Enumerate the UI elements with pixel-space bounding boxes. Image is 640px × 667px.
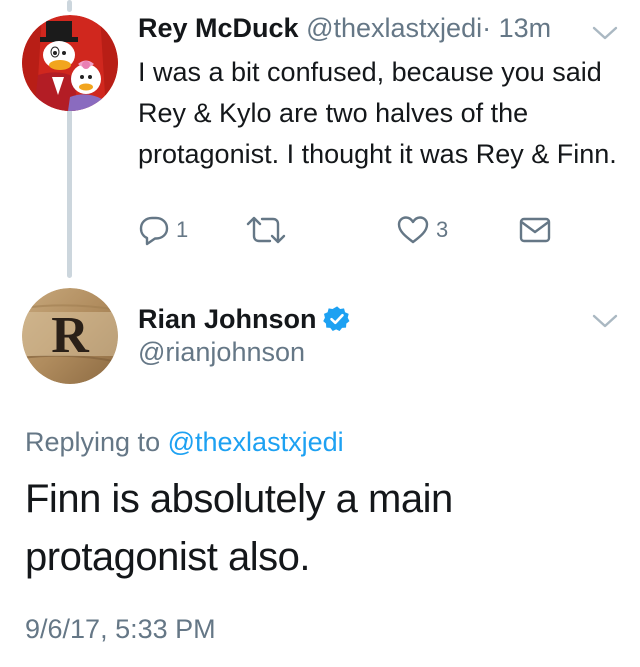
- reply-icon: [139, 216, 169, 246]
- author-handle[interactable]: @thexlastxjedi: [306, 13, 482, 43]
- retweet-icon: [246, 216, 286, 244]
- thread-connector-line: [67, 102, 72, 278]
- avatar[interactable]: [22, 15, 118, 111]
- like-button[interactable]: 3: [396, 210, 448, 250]
- verified-badge-icon: [322, 306, 349, 332]
- separator-dot: ·: [482, 13, 492, 43]
- retweet-button[interactable]: [244, 210, 294, 250]
- chevron-down-icon[interactable]: [592, 25, 618, 41]
- chevron-down-icon[interactable]: [592, 313, 618, 329]
- envelope-icon: [519, 217, 551, 243]
- avatar-ducks-image: [22, 15, 118, 111]
- tweet-actions: 1 3: [130, 210, 610, 250]
- reply-count: 1: [176, 217, 189, 242]
- direct-message-button[interactable]: [518, 210, 552, 250]
- tweet-timestamp[interactable]: 9/6/17, 5:33 PM: [25, 611, 216, 647]
- replying-to-line: Replying to @thexlastxjedi: [25, 424, 344, 460]
- tweet-text: I was a bit confused, because you said R…: [138, 57, 617, 169]
- avatar-letter-r-image: R: [22, 288, 118, 384]
- tweet-time[interactable]: 13m: [499, 13, 552, 43]
- heart-icon: [397, 216, 429, 244]
- replying-to-mention-link[interactable]: @thexlastxjedi: [168, 427, 344, 457]
- like-count: 3: [436, 217, 449, 242]
- thread-connector-line-top: [67, 0, 72, 12]
- tweet-thread: Rey McDuck @thexlastxjedi· 13m I was a b…: [0, 0, 640, 667]
- avatar[interactable]: R: [22, 288, 118, 384]
- reply-button[interactable]: 1: [138, 210, 188, 250]
- author-name[interactable]: Rian Johnson: [138, 304, 317, 335]
- tweet-header: Rey McDuck @thexlastxjedi· 13m: [138, 10, 628, 46]
- replying-to-label: Replying to: [25, 427, 161, 457]
- author-handle[interactable]: @rianjohnson: [138, 334, 305, 370]
- author-name-row: Rian Johnson: [138, 301, 351, 337]
- author-name[interactable]: Rey McDuck: [138, 13, 299, 43]
- tweet-text: Finn is absolutely a main protagonist al…: [25, 477, 453, 579]
- avatar-letter: R: [51, 307, 90, 364]
